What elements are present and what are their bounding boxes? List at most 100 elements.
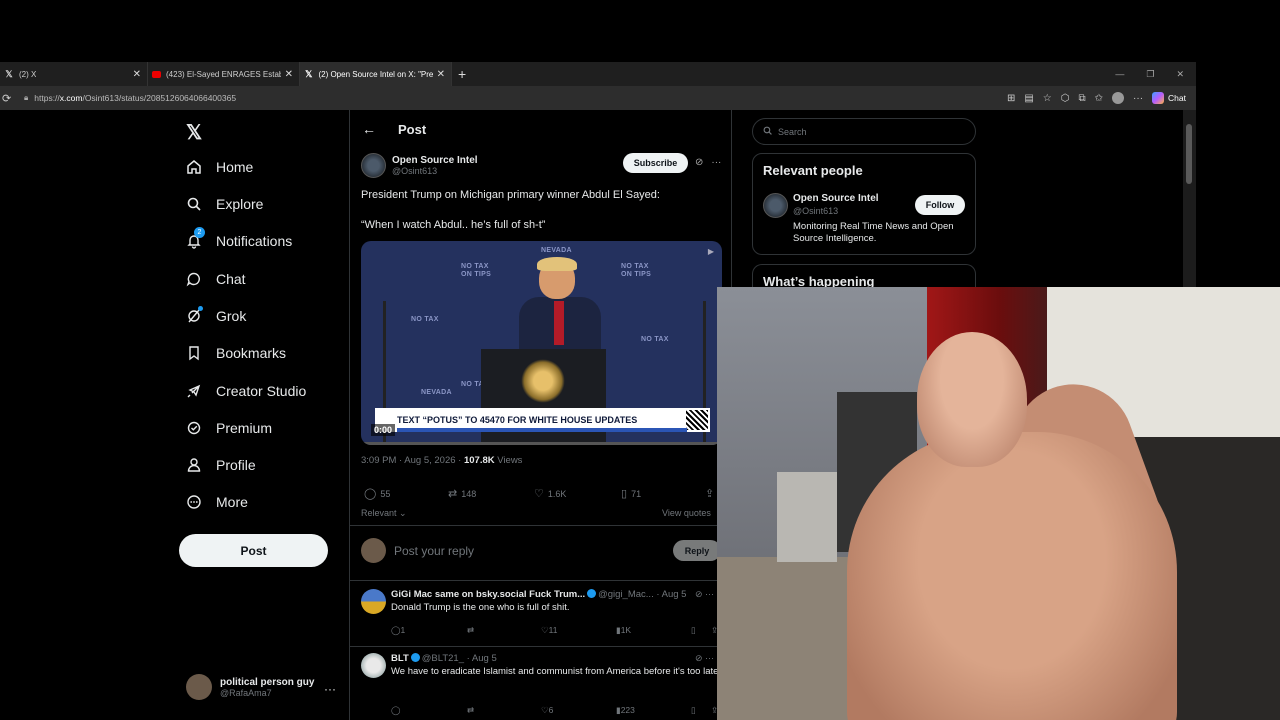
- tab-close-icon[interactable]: ✕: [129, 69, 141, 80]
- back-arrow-icon[interactable]: ←: [362, 121, 376, 137]
- bookmark-action[interactable]: ▯ 71: [621, 487, 641, 500]
- new-tab-icon[interactable]: +: [458, 66, 466, 82]
- nav-chat[interactable]: Chat: [186, 265, 246, 293]
- tab-close-icon[interactable]: ✕: [433, 69, 445, 80]
- url-field[interactable]: 🔒︎ https://x.com/Osint613/status/2085126…: [24, 89, 236, 107]
- divider: [350, 646, 731, 647]
- reply-author-name[interactable]: GiGi Mac same on bsky.social Fuck Trum..…: [391, 589, 585, 600]
- post-more-icon[interactable]: ···: [711, 157, 721, 168]
- subscribe-button[interactable]: Subscribe: [623, 153, 688, 173]
- nav-more[interactable]: More: [186, 488, 248, 516]
- page-scrollbar[interactable]: [1183, 110, 1196, 290]
- repost-icon[interactable]: ⇄: [467, 625, 474, 636]
- close-window-icon[interactable]: ✕: [1176, 69, 1184, 80]
- grok-explain-icon[interactable]: ⊘: [695, 157, 703, 168]
- reply-input[interactable]: Post your reply: [394, 544, 474, 558]
- nav-label: More: [216, 494, 248, 510]
- repost-icon[interactable]: ⇄: [467, 705, 474, 716]
- reply-item[interactable]: BLT @BLT21_ · Aug 5 ⊘ ··· We have to erad…: [361, 653, 726, 719]
- author-name[interactable]: Open Source Intel: [392, 155, 478, 166]
- copilot-chat-button[interactable]: Chat: [1152, 92, 1186, 104]
- copilot-icon: [1152, 92, 1165, 104]
- views-label: Views: [494, 455, 523, 466]
- views-count: 1K: [620, 625, 632, 635]
- more-circle-icon: [186, 494, 202, 510]
- reply-more-icon[interactable]: ⊘ ···: [695, 653, 714, 664]
- reply-action[interactable]: ◯ 55: [364, 487, 390, 500]
- nav-profile[interactable]: Profile: [186, 451, 256, 479]
- like-action[interactable]: ♡ 6: [541, 705, 553, 716]
- nav-explore[interactable]: Explore: [186, 190, 263, 218]
- favorites-icon[interactable]: ✩: [1095, 93, 1103, 104]
- post-video[interactable]: NO TAX ON TIPS NO TAX ON TIPS NO TAX NO …: [361, 241, 722, 445]
- x-logo-icon[interactable]: 𝕏: [186, 120, 202, 145]
- nav-premium[interactable]: Premium: [186, 414, 272, 442]
- account-switcher[interactable]: political person guy @RafaAma7: [186, 674, 314, 700]
- author-avatar[interactable]: [361, 153, 386, 178]
- menu-dots-icon[interactable]: ···: [1133, 93, 1143, 104]
- views-action[interactable]: ▮ 1K: [616, 625, 631, 636]
- view-quotes-link[interactable]: View quotes: [662, 508, 711, 518]
- repost-action[interactable]: ⇄ 148: [448, 487, 476, 500]
- account-more-icon[interactable]: ···: [324, 682, 336, 696]
- restore-icon[interactable]: ❐: [1146, 69, 1154, 80]
- profile-avatar[interactable]: [1112, 92, 1125, 104]
- reply-button[interactable]: Reply: [673, 540, 721, 561]
- browser-tab-youtube[interactable]: (423) El-Sayed ENRAGES Establish ✕: [148, 62, 300, 86]
- reply-date[interactable]: · Aug 5: [654, 589, 686, 600]
- split-icon[interactable]: ⧉: [1079, 93, 1086, 104]
- post-timestamp[interactable]: 3:09 PM · Aug 5, 2026 ·: [361, 455, 464, 466]
- reply-more-icon[interactable]: ⊘ ···: [695, 589, 714, 600]
- compose-post-button[interactable]: Post: [179, 534, 328, 567]
- nav-bookmarks[interactable]: Bookmarks: [186, 339, 286, 367]
- reply-date[interactable]: · Aug 5: [464, 653, 497, 664]
- reply-author-name[interactable]: BLT: [391, 653, 409, 664]
- post-author[interactable]: Open Source Intel @Osint613: [361, 153, 478, 178]
- video-progress-bar[interactable]: [361, 442, 722, 445]
- nav-notifications[interactable]: 2 Notifications: [186, 227, 292, 255]
- browser-tab-x-home[interactable]: 𝕏 (2) X ✕: [0, 62, 148, 86]
- reader-icon[interactable]: ▤: [1024, 93, 1033, 104]
- browser-tab-active[interactable]: 𝕏 (2) Open Source Intel on X: "Presi ✕: [300, 62, 452, 86]
- search-input[interactable]: Search: [752, 118, 976, 145]
- reply-text: We have to eradicate Islamist and commun…: [391, 666, 719, 677]
- reload-icon[interactable]: ⟳: [2, 92, 16, 105]
- avatar[interactable]: [361, 653, 386, 678]
- avatar[interactable]: [763, 193, 788, 218]
- scrollbar-thumb[interactable]: [1186, 124, 1192, 184]
- url-domain: x.com: [59, 93, 83, 103]
- nav-creator-studio[interactable]: Creator Studio: [186, 377, 306, 405]
- like-action[interactable]: ♡ 11: [541, 625, 557, 636]
- minimize-icon[interactable]: —: [1115, 69, 1124, 79]
- bookmark-icon: [186, 345, 202, 361]
- reply-composer[interactable]: Post your reply: [361, 538, 474, 563]
- bookmark-icon[interactable]: ▯: [691, 625, 696, 636]
- nav-label: Bookmarks: [216, 345, 287, 361]
- avatar[interactable]: [361, 589, 386, 614]
- repost-count: 148: [461, 488, 477, 499]
- nav-home[interactable]: Home: [186, 153, 253, 181]
- tab-bar: 𝕏 (2) X ✕ (423) El-Sayed ENRAGES Establi…: [0, 62, 1196, 86]
- bookmark-icon[interactable]: ▯: [691, 705, 696, 716]
- reply-sort-dropdown[interactable]: Relevant ⌄: [361, 508, 407, 519]
- share-action[interactable]: ⇪: [705, 487, 714, 500]
- extensions-icon[interactable]: ⬡: [1061, 93, 1070, 104]
- like-action[interactable]: ♡ 1.6K: [534, 487, 566, 500]
- reply-count: 1: [400, 625, 406, 635]
- nav-grok[interactable]: Grok: [186, 302, 246, 330]
- tab-close-icon[interactable]: ✕: [281, 69, 293, 80]
- verified-badge-icon: [410, 653, 420, 662]
- follow-button[interactable]: Follow: [915, 195, 965, 215]
- reply-item[interactable]: GiGi Mac same on bsky.social Fuck Trum..…: [361, 589, 726, 645]
- relevant-people-panel: Relevant people Open Source Intel @Osint…: [752, 153, 976, 255]
- favorite-star-icon[interactable]: ☆: [1043, 93, 1052, 104]
- reply-action[interactable]: ◯ 1: [391, 625, 405, 636]
- reply-count: 55: [380, 488, 391, 499]
- views-action[interactable]: ▮ 223: [616, 705, 635, 716]
- views-count: 107.8K: [463, 455, 495, 466]
- person-name[interactable]: Open Source Intel: [793, 193, 879, 204]
- nav-label: Explore: [216, 196, 264, 212]
- app-icon[interactable]: ⊞: [1007, 93, 1015, 104]
- reply-action[interactable]: ◯: [391, 705, 401, 716]
- site-info-icon[interactable]: 🔒︎: [24, 93, 28, 103]
